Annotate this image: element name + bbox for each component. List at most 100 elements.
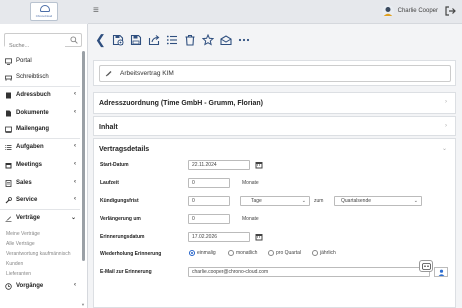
calendar-icon[interactable] [255, 161, 263, 169]
chevron-left-icon: ‹ [74, 91, 76, 97]
sidebar-item-label: Dokumente [16, 110, 49, 116]
form-row-laufzeit: Laufzeit 0 Monate [100, 178, 450, 189]
logout-icon[interactable] [444, 5, 456, 17]
app-window: ChronoCloud ≡ Charlie Cooper Suche... Po… [0, 0, 462, 308]
user-menu[interactable]: Charlie Cooper [381, 5, 438, 17]
section-adresszuordnung[interactable]: Adresszuordnung (Time GmbH - Grumm, Flor… [93, 92, 456, 114]
sidebar-subitem-verantwortung[interactable]: Verantwortung kaufmännisch [6, 251, 70, 257]
share-icon[interactable] [148, 34, 160, 46]
start-date-input[interactable]: 22.11.2024 [188, 160, 250, 170]
contact-picker-button[interactable] [434, 267, 448, 277]
sidebar-item-mailengang[interactable]: Mailengang [0, 121, 80, 137]
sidebar: Portal Schreibtisch Adressbuch ‹ Dokumen… [0, 24, 88, 308]
laufzeit-label: Laufzeit [100, 180, 119, 186]
radio-einmalig[interactable]: einmalig [189, 250, 216, 256]
sidebar-item-dokumente[interactable]: Dokumente ‹ [0, 105, 80, 121]
kuendigung-unit-select[interactable]: Tage ⌄ [240, 196, 310, 206]
sidebar-item-portal[interactable]: Portal [0, 53, 80, 69]
chevron-left-icon: ‹ [74, 143, 76, 149]
sidebar-item-label: Verträge [16, 215, 41, 221]
laufzeit-unit: Monate [242, 180, 259, 186]
wiederholung-label: Wiederholung Erinnerung [100, 251, 162, 257]
address-book-icon [6, 92, 11, 98]
star-icon[interactable] [201, 34, 214, 46]
search-input[interactable] [5, 40, 65, 52]
radio-button[interactable] [312, 250, 318, 256]
mail-open-icon[interactable] [220, 34, 232, 46]
radio-monatlich[interactable]: monatlich [228, 250, 257, 256]
sidebar-item-label: Mailengang [16, 126, 50, 132]
form-row-erinnerung: Erinnerungsdatum 17.02.2026 [100, 232, 450, 243]
radio-label: einmalig [197, 250, 216, 256]
section-vertragsdetails: Vertragsdetails ⌄ Start-Datum 22.11.2024… [93, 138, 456, 308]
form-row-start: Start-Datum 22.11.2024 [100, 160, 450, 171]
kuendigung-input[interactable]: 0 [188, 196, 230, 206]
cloud-icon [40, 5, 50, 12]
chevron-down-icon: ⌄ [70, 215, 76, 221]
zum-select[interactable]: Quartalsende ⌄ [334, 196, 422, 206]
sidebar-subitem-alle-vertraege[interactable]: Alle Verträge [6, 241, 35, 247]
email-input[interactable]: charlie.cooper@chrono-cloud.com [188, 267, 430, 277]
list-icon[interactable] [166, 34, 178, 46]
wrench-icon [5, 196, 12, 203]
sidebar-item-label: Portal [16, 58, 32, 64]
save-icon[interactable] [130, 34, 142, 46]
verlaengerung-input[interactable]: 0 [188, 214, 230, 224]
radio-label: jährlich [320, 250, 336, 256]
sidebar-subitem-kunden[interactable]: Kunden [6, 261, 23, 267]
radio-jaehrlich[interactable]: jährlich [312, 250, 336, 256]
logo-text: ChronoCloud [35, 14, 53, 18]
sidebar-item-label: Service [16, 197, 38, 203]
section-title: Inhalt [99, 124, 118, 131]
search-box[interactable] [4, 33, 82, 52]
save-as-icon[interactable] [112, 34, 124, 46]
clock-icon [5, 282, 12, 290]
sidebar-item-vorgaenge[interactable]: Vorgänge ‹ [0, 278, 80, 294]
back-icon[interactable]: ❮ [95, 33, 106, 46]
chatbot-icon[interactable] [419, 260, 433, 272]
top-bar: ChronoCloud ≡ Charlie Cooper [0, 0, 462, 24]
contract-title-field[interactable]: Arbeitsvertrag KIM [99, 65, 451, 82]
sidebar-item-schreibtisch[interactable]: Schreibtisch [0, 69, 80, 85]
sidebar-item-label: Schreibtisch [16, 74, 49, 80]
radio-button[interactable] [228, 250, 234, 256]
radio-button[interactable] [268, 250, 274, 256]
section-inhalt[interactable]: Inhalt › [93, 116, 456, 136]
trash-icon[interactable] [184, 34, 196, 46]
sidebar-item-aufgaben[interactable]: Aufgaben ‹ [0, 139, 80, 155]
sidebar-item-adressbuch[interactable]: Adressbuch ‹ [0, 87, 80, 103]
sidebar-item-label: Adressbuch [16, 92, 51, 98]
chevron-down-icon[interactable]: ⌄ [442, 145, 447, 152]
erinnerung-input[interactable]: 17.02.2026 [188, 232, 250, 242]
desk-icon [5, 75, 12, 81]
radio-pro-quartal[interactable]: pro Quartal [268, 250, 301, 256]
app-logo[interactable]: ChronoCloud [30, 2, 58, 21]
radio-button-checked[interactable] [189, 250, 195, 256]
scrollbar-thumb[interactable] [82, 51, 85, 261]
toolbar: ❮ [95, 33, 250, 46]
main-content: ❮ Arbeitsvertrag KIM Adresszuordnung (Ti… [89, 24, 462, 308]
laufzeit-input[interactable]: 0 [188, 178, 230, 188]
sidebar-subitem-meine-vertraege[interactable]: Meine Verträge [6, 231, 40, 237]
robot-face-icon [422, 263, 431, 270]
sidebar-item-vertraege[interactable]: Verträge ⌄ [0, 210, 80, 226]
search-icon [70, 36, 78, 44]
menu-toggle-icon[interactable]: ≡ [93, 5, 99, 16]
user-icon [438, 269, 445, 276]
mail-icon [5, 126, 12, 133]
task-list-icon [5, 144, 12, 150]
more-options-icon[interactable] [238, 34, 250, 46]
scroll-down-arrow-icon[interactable]: ▼ [81, 302, 85, 307]
form-row-verlaengerung: Verlängerung um 0 Monate [100, 214, 450, 225]
sidebar-scrollbar[interactable] [82, 51, 86, 308]
chevron-left-icon: ‹ [74, 161, 76, 167]
sidebar-subitem-lieferanten[interactable]: Lieferanten [6, 271, 31, 277]
sidebar-item-service[interactable]: Service ‹ [0, 192, 80, 208]
chevron-left-icon: ‹ [74, 109, 76, 115]
sidebar-item-sales[interactable]: Sales ‹ [0, 175, 80, 191]
chevron-left-icon: ‹ [74, 196, 76, 202]
calendar-icon[interactable] [255, 233, 263, 241]
section-title: Adresszuordnung (Time GmbH - Grumm, Flor… [99, 100, 263, 107]
zum-label: zum [314, 198, 324, 204]
sidebar-item-meetings[interactable]: Meetings ‹ [0, 157, 80, 173]
